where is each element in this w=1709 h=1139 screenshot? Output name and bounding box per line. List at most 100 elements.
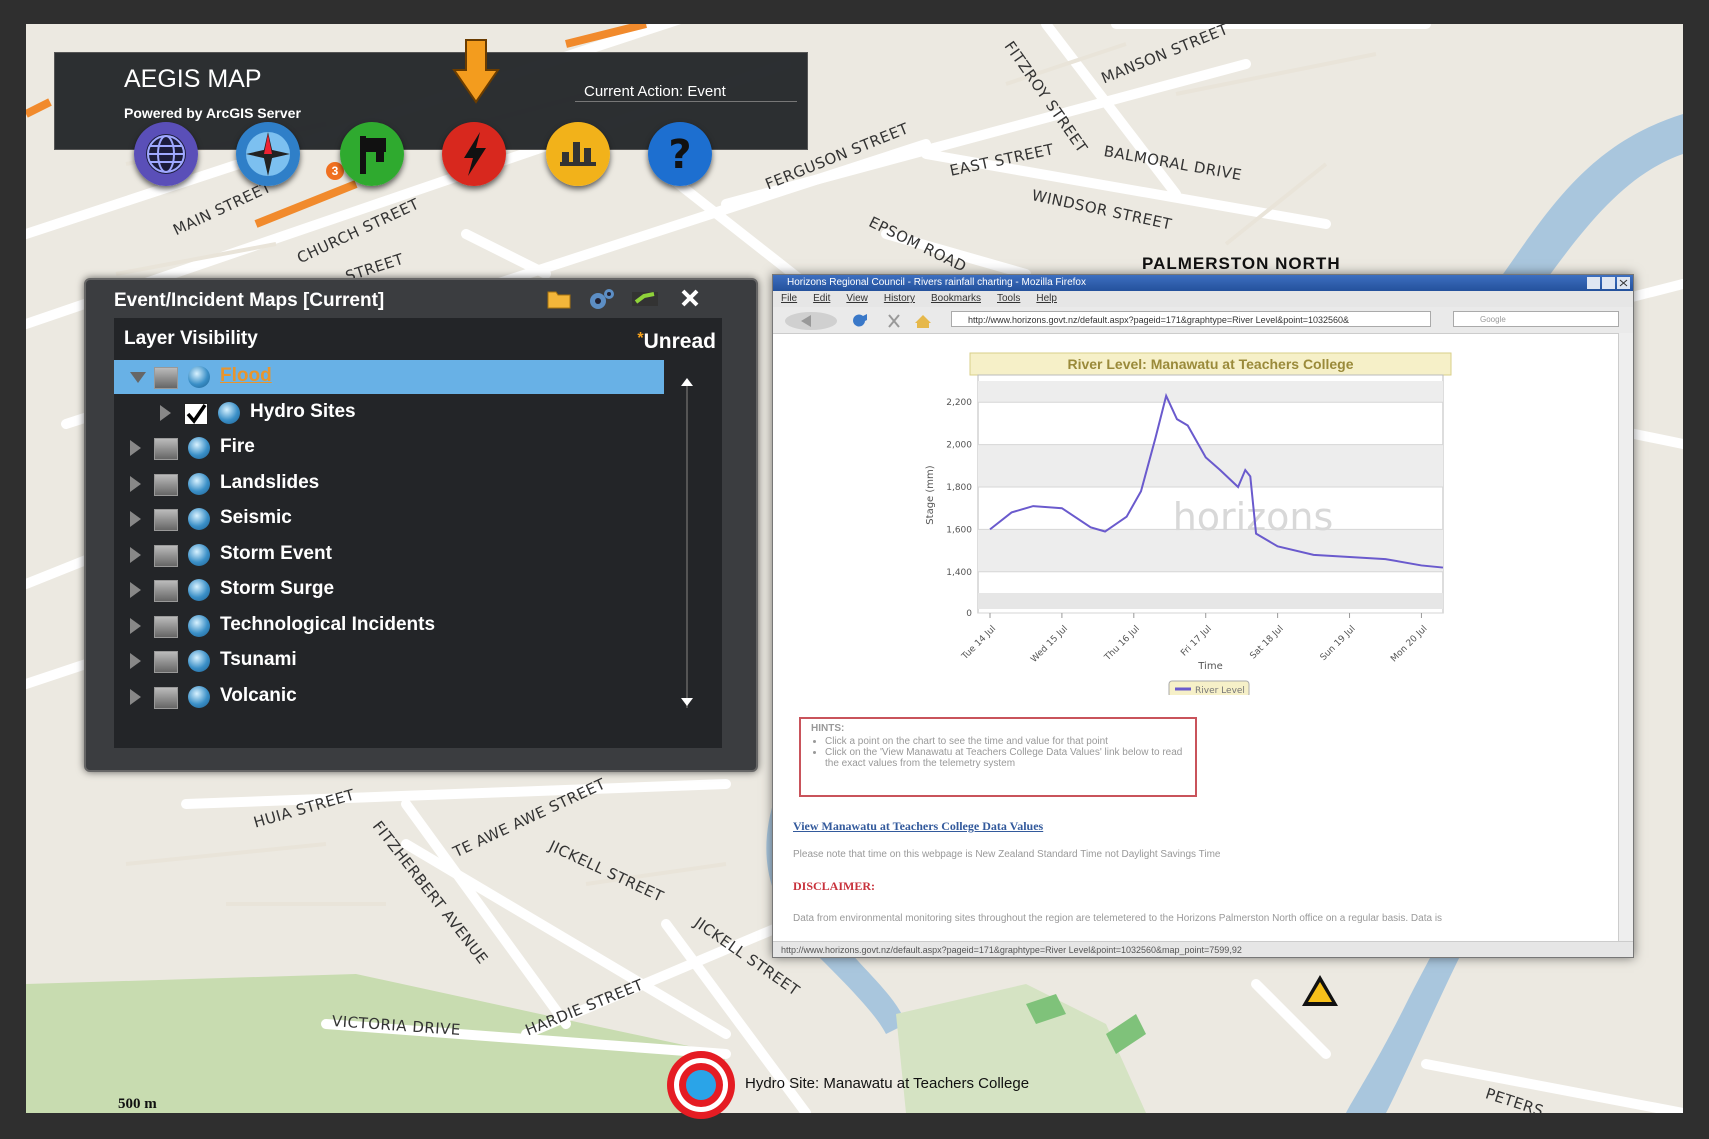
layer-checkbox[interactable] [154, 438, 178, 460]
layer-row-volcanic[interactable]: Volcanic [114, 680, 664, 714]
globe-icon [188, 579, 210, 601]
chart-tool-button[interactable] [546, 122, 610, 186]
layer-checkbox[interactable] [154, 686, 178, 709]
url-bar[interactable]: http://www.horizons.govt.nz/default.aspx… [951, 311, 1431, 327]
help-tool-button[interactable]: ? [648, 122, 712, 186]
layer-label: Storm Surge [220, 578, 335, 599]
menu-item-tools[interactable]: Tools [997, 293, 1020, 304]
layer-label: Landslides [220, 471, 320, 493]
menu-item-view[interactable]: View [846, 293, 868, 304]
disclaimer-heading: DISCLAIMER: [793, 879, 876, 893]
minimize-icon[interactable] [630, 286, 660, 310]
layer-row-landslides[interactable]: Landslides [114, 467, 664, 501]
flag-icon [340, 122, 404, 186]
layer-checkbox[interactable] [154, 367, 178, 389]
layer-row-storm-event[interactable]: Storm Event [114, 538, 664, 572]
globe-icon [218, 401, 240, 424]
flag-tool-button[interactable] [340, 122, 404, 186]
menu-item-history[interactable]: History [884, 293, 915, 304]
disclaimer-text: Data from environmental monitoring sites… [793, 913, 1443, 924]
unread-label: *Unread [637, 330, 716, 353]
menu-item-bookmarks[interactable]: Bookmarks [931, 293, 981, 304]
nav-buttons[interactable] [781, 311, 941, 331]
layer-row-seismic[interactable]: Seismic [114, 502, 664, 536]
layer-checkbox[interactable] [154, 544, 178, 567]
collapse-icon[interactable] [130, 372, 146, 383]
menu-item-help[interactable]: Help [1036, 293, 1057, 304]
window-controls[interactable] [1587, 277, 1631, 289]
header-divider [575, 101, 797, 102]
checkmark-icon [186, 403, 207, 424]
x-tick-label: Fri 17 Jul [1179, 624, 1213, 658]
x-axis-label: Time [1197, 661, 1222, 672]
arrow-down-icon [452, 39, 500, 104]
browser-window: Horizons Regional Council - Rivers rainf… [772, 274, 1634, 958]
x-tick-label: Sun 19 Jul [1319, 624, 1358, 663]
current-action: Current Action: Event [584, 83, 726, 100]
expand-icon[interactable] [160, 404, 171, 421]
globe-icon [188, 472, 210, 495]
hint-item: Click on the 'View Manawatu at Teachers … [825, 747, 1185, 769]
expand-icon[interactable] [130, 546, 141, 563]
globe-icon [188, 650, 210, 672]
expand-icon[interactable] [130, 617, 141, 634]
layer-row-technological-incidents[interactable]: Technological Incidents [114, 609, 664, 643]
expand-icon[interactable] [130, 688, 141, 705]
compass-tool-button[interactable] [236, 122, 300, 186]
river-level-chart[interactable]: River Level: Manawatu at Teachers Colleg… [773, 335, 1613, 695]
layer-checkbox[interactable] [154, 615, 178, 638]
layer-checkbox[interactable] [154, 580, 178, 602]
layer-checkbox[interactable] [184, 402, 208, 425]
globe-icon [188, 614, 210, 637]
page-scrollbar[interactable] [1618, 333, 1633, 941]
layer-row-flood[interactable]: Flood [114, 360, 664, 394]
layer-label: Storm Event [220, 542, 332, 564]
layer-label: Tsunami [220, 649, 297, 670]
layer-row-tsunami[interactable]: Tsunami [114, 644, 664, 678]
data-values-link[interactable]: View Manawatu at Teachers College Data V… [793, 819, 1043, 834]
chart-title: River Level: Manawatu at Teachers Colleg… [1067, 356, 1353, 372]
event-tool-button[interactable] [442, 122, 506, 186]
browser-navbar: http://www.horizons.govt.nz/default.aspx… [773, 307, 1633, 334]
x-tick-label: Thu 16 Jul [1102, 624, 1142, 664]
globe-icon [188, 437, 210, 459]
globe-tool-button[interactable] [134, 122, 198, 186]
legend-label: River Level [1195, 686, 1245, 695]
layer-row-fire[interactable]: Fire [114, 431, 664, 465]
expand-icon[interactable] [130, 653, 141, 669]
warning-triangle-icon[interactable] [1302, 975, 1338, 1006]
hydro-site-marker[interactable] [664, 1048, 738, 1122]
x-tick-label: Sat 18 Jul [1248, 624, 1285, 661]
layer-checkbox[interactable] [154, 473, 178, 496]
gear-icon[interactable] [586, 286, 616, 312]
status-bar: http://www.horizons.govt.nz/default.aspx… [773, 941, 1633, 957]
search-box[interactable]: Google [1453, 311, 1619, 327]
globe-icon [188, 543, 210, 566]
menu-item-file[interactable]: File [781, 293, 797, 304]
expand-icon[interactable] [130, 440, 141, 456]
screen-frame: MAIN STREET CHURCH STREET STREET FERGUSON S… [0, 0, 1709, 1139]
y-tick-label: 2,000 [946, 441, 972, 451]
scroll-up-icon [681, 378, 693, 386]
y-tick-label: 1,800 [946, 483, 972, 493]
expand-icon[interactable] [130, 582, 141, 598]
hydro-site-label: Hydro Site: Manawatu at Teachers College [745, 1075, 1030, 1092]
city-label: PALMERSTON NORTH [1142, 254, 1341, 273]
y-tick-label: 0 [966, 609, 972, 619]
folder-icon[interactable] [546, 286, 572, 310]
layer-checkbox[interactable] [154, 651, 178, 673]
layer-checkbox[interactable] [154, 509, 178, 531]
layer-scrollbar[interactable] [674, 368, 700, 718]
menu-item-edit[interactable]: Edit [813, 293, 830, 304]
layer-row-storm-surge[interactable]: Storm Surge [114, 573, 664, 607]
grid-band [978, 444, 1443, 487]
event-incident-panel: Event/Incident Maps [Current] Layer Visi… [84, 278, 758, 772]
layer-row-hydro-sites[interactable]: Hydro Sites [114, 396, 664, 430]
expand-icon[interactable] [130, 475, 141, 492]
layer-label: Fire [220, 436, 255, 457]
close-icon[interactable] [678, 286, 702, 310]
y-tick-label: 2,200 [946, 398, 972, 408]
globe-icon [188, 685, 210, 708]
expand-icon[interactable] [130, 511, 141, 527]
globe-icon [188, 366, 210, 388]
